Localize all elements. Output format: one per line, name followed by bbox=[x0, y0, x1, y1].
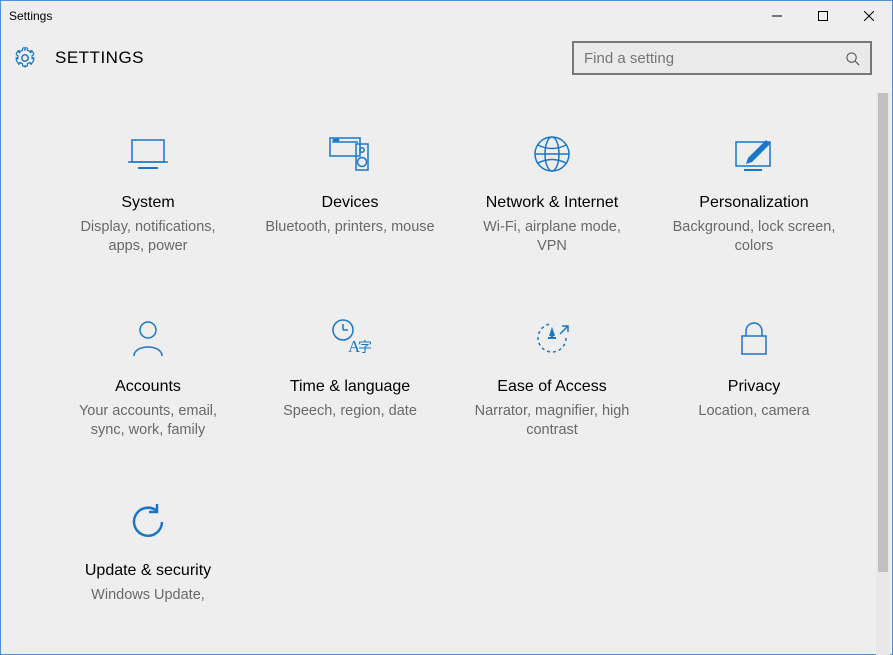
minimize-button[interactable] bbox=[754, 1, 800, 31]
tile-desc: Windows Update, bbox=[91, 586, 205, 606]
tile-title: Update & security bbox=[85, 561, 211, 582]
tile-desc: Your accounts, email, sync, work, family bbox=[63, 402, 233, 441]
tile-desc: Bluetooth, printers, mouse bbox=[265, 218, 434, 238]
tile-title: Ease of Access bbox=[497, 377, 606, 398]
tile-desc: Wi-Fi, airplane mode, VPN bbox=[467, 218, 637, 257]
personalization-icon bbox=[730, 129, 778, 179]
search-box[interactable] bbox=[572, 41, 872, 75]
accounts-icon bbox=[124, 313, 172, 363]
update-icon bbox=[124, 497, 172, 547]
tile-personalization[interactable]: Personalization Background, lock screen,… bbox=[655, 129, 853, 257]
titlebar: Settings bbox=[1, 1, 892, 31]
svg-text:字: 字 bbox=[358, 340, 372, 356]
tile-title: Personalization bbox=[699, 193, 808, 214]
tile-desc: Location, camera bbox=[698, 402, 809, 422]
scrollbar-thumb[interactable] bbox=[878, 93, 888, 572]
tile-title: Accounts bbox=[115, 377, 181, 398]
tile-title: Time & language bbox=[290, 377, 410, 398]
search-icon bbox=[845, 51, 860, 66]
tile-desc: Background, lock screen, colors bbox=[669, 218, 839, 257]
tile-title: Privacy bbox=[728, 377, 780, 398]
content-area: System Display, notifications, apps, pow… bbox=[1, 93, 892, 655]
time-language-icon: A 字 bbox=[326, 313, 374, 363]
gear-icon bbox=[13, 46, 37, 70]
tile-devices[interactable]: Devices Bluetooth, printers, mouse bbox=[251, 129, 449, 257]
tile-accounts[interactable]: Accounts Your accounts, email, sync, wor… bbox=[49, 313, 247, 441]
ease-of-access-icon bbox=[528, 313, 576, 363]
tile-desc: Display, notifications, apps, power bbox=[63, 218, 233, 257]
tile-title: Devices bbox=[322, 193, 379, 214]
devices-icon bbox=[326, 129, 374, 179]
tile-network[interactable]: Network & Internet Wi-Fi, airplane mode,… bbox=[453, 129, 651, 257]
tile-system[interactable]: System Display, notifications, apps, pow… bbox=[49, 129, 247, 257]
tile-ease-of-access[interactable]: Ease of Access Narrator, magnifier, high… bbox=[453, 313, 651, 441]
tile-time-language[interactable]: A 字 Time & language Speech, region, date bbox=[251, 313, 449, 441]
settings-grid: System Display, notifications, apps, pow… bbox=[1, 93, 892, 605]
globe-icon bbox=[528, 129, 576, 179]
search-input[interactable] bbox=[584, 50, 845, 67]
tile-desc: Narrator, magnifier, high contrast bbox=[467, 402, 637, 441]
page-title: SETTINGS bbox=[55, 48, 572, 68]
maximize-button[interactable] bbox=[800, 1, 846, 31]
tile-desc: Speech, region, date bbox=[283, 402, 417, 422]
scrollbar[interactable] bbox=[876, 93, 890, 655]
window-title: Settings bbox=[9, 9, 52, 23]
tile-privacy[interactable]: Privacy Location, camera bbox=[655, 313, 853, 441]
tile-update-security[interactable]: Update & security Windows Update, bbox=[49, 497, 247, 605]
system-icon bbox=[124, 129, 172, 179]
lock-icon bbox=[730, 313, 778, 363]
tile-title: Network & Internet bbox=[486, 193, 619, 214]
header: SETTINGS bbox=[1, 31, 892, 93]
close-button[interactable] bbox=[846, 1, 892, 31]
tile-title: System bbox=[121, 193, 174, 214]
